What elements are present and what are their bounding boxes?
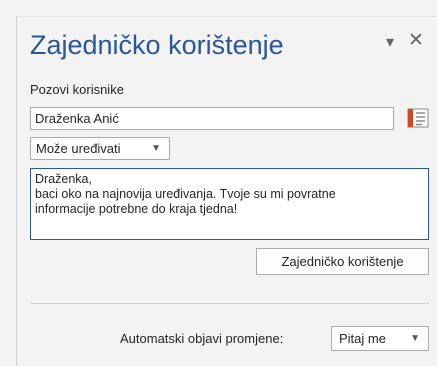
auto-publish-selected-value: Pitaj me bbox=[339, 331, 386, 346]
invite-people-label: Pozovi korisnike bbox=[30, 82, 124, 97]
close-icon[interactable]: ✕ bbox=[408, 31, 424, 50]
message-textarea[interactable]: Draženka, baci oko na najnovija uređivan… bbox=[30, 168, 429, 240]
divider bbox=[30, 303, 429, 304]
auto-publish-label: Automatski objavi promjene: bbox=[120, 331, 284, 346]
invite-people-input[interactable]: Draženka Anić bbox=[30, 107, 394, 130]
address-book-icon-graphic bbox=[407, 108, 429, 128]
message-line: Draženka, bbox=[35, 172, 92, 186]
permission-select[interactable]: Može uređivati ▼ bbox=[30, 137, 170, 160]
message-line: baci oko na najnovija uređivanja. Tvoje … bbox=[35, 187, 336, 201]
chevron-down-icon: ▼ bbox=[151, 143, 161, 154]
pane-options-dropdown-icon[interactable]: ▾ bbox=[386, 34, 394, 52]
permission-selected-value: Može uređivati bbox=[36, 141, 121, 156]
share-button[interactable]: Zajedničko korištenje bbox=[256, 248, 429, 275]
message-line: informacije potrebne do kraja tjedna! bbox=[35, 202, 238, 216]
address-book-icon[interactable] bbox=[407, 108, 429, 128]
auto-publish-select[interactable]: Pitaj me ▼ bbox=[331, 326, 429, 351]
chevron-down-icon: ▼ bbox=[410, 333, 420, 344]
pane-title: Zajedničko korištenje bbox=[30, 30, 284, 60]
